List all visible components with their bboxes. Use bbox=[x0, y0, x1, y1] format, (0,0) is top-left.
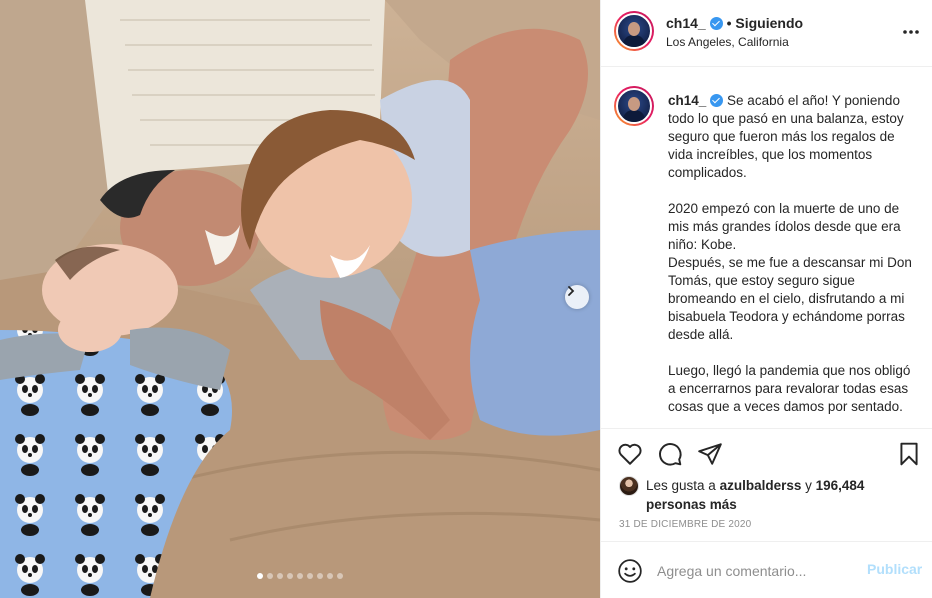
smiley-icon[interactable] bbox=[617, 558, 643, 584]
liker-avatar[interactable] bbox=[619, 476, 639, 496]
carousel-dot bbox=[287, 573, 293, 579]
heart-icon[interactable] bbox=[617, 441, 643, 467]
caption-avatar[interactable] bbox=[614, 86, 654, 126]
comment-icon[interactable] bbox=[657, 441, 683, 467]
send-icon[interactable] bbox=[697, 441, 723, 467]
following-button[interactable]: Siguiendo bbox=[735, 15, 803, 31]
comment-box: Publicar bbox=[601, 541, 932, 598]
photo-illustration bbox=[0, 0, 600, 598]
carousel-dot bbox=[267, 573, 273, 579]
chevron-right-icon bbox=[568, 286, 575, 296]
caption-username[interactable]: ch14_ bbox=[668, 93, 706, 108]
likes-prefix: Les gusta a bbox=[646, 478, 720, 493]
publish-button[interactable]: Publicar bbox=[867, 561, 922, 577]
post-photo[interactable] bbox=[0, 0, 600, 598]
verified-badge-icon bbox=[710, 94, 724, 107]
avatar[interactable] bbox=[614, 11, 654, 51]
carousel-indicator bbox=[0, 573, 600, 579]
verified-badge-icon bbox=[709, 17, 723, 30]
post-date[interactable]: 31 DE DICIEMBRE DE 2020 bbox=[619, 519, 751, 530]
carousel-dot bbox=[257, 573, 263, 579]
carousel-dot bbox=[277, 573, 283, 579]
likes-middle: y bbox=[801, 478, 816, 493]
header-separator: • bbox=[722, 15, 736, 31]
carousel-dot bbox=[327, 573, 333, 579]
likes-summary: Les gusta a azulbalderss y 196,484 perso… bbox=[619, 476, 919, 516]
carousel-dot bbox=[317, 573, 323, 579]
carousel-dot bbox=[307, 573, 313, 579]
carousel-dot bbox=[297, 573, 303, 579]
username-link[interactable]: ch14_ bbox=[666, 15, 706, 31]
post-sidebar: ch14_ • Siguiendo Los Angeles, Californi… bbox=[600, 0, 932, 598]
header-user-line: ch14_ • Siguiendo bbox=[666, 15, 803, 31]
comment-input[interactable] bbox=[657, 560, 857, 582]
post-header: ch14_ • Siguiendo Los Angeles, Californi… bbox=[601, 0, 932, 67]
liker-username[interactable]: azulbalderss bbox=[720, 478, 802, 493]
next-photo-button[interactable] bbox=[565, 285, 589, 309]
carousel-dot bbox=[337, 573, 343, 579]
bookmark-icon[interactable] bbox=[896, 441, 922, 467]
location-link[interactable]: Los Angeles, California bbox=[666, 35, 789, 49]
caption-area: ch14_ Se acabó el año! Y poniendo todo l… bbox=[601, 68, 932, 428]
caption: ch14_ Se acabó el año! Y poniendo todo l… bbox=[668, 92, 916, 416]
actions-section: Les gusta a azulbalderss y 196,484 perso… bbox=[601, 428, 932, 598]
caption-body: Se acabó el año! Y poniendo todo lo que … bbox=[668, 93, 912, 414]
likes-text: Les gusta a azulbalderss y 196,484 perso… bbox=[646, 476, 916, 514]
more-horizontal-icon[interactable] bbox=[901, 22, 921, 42]
